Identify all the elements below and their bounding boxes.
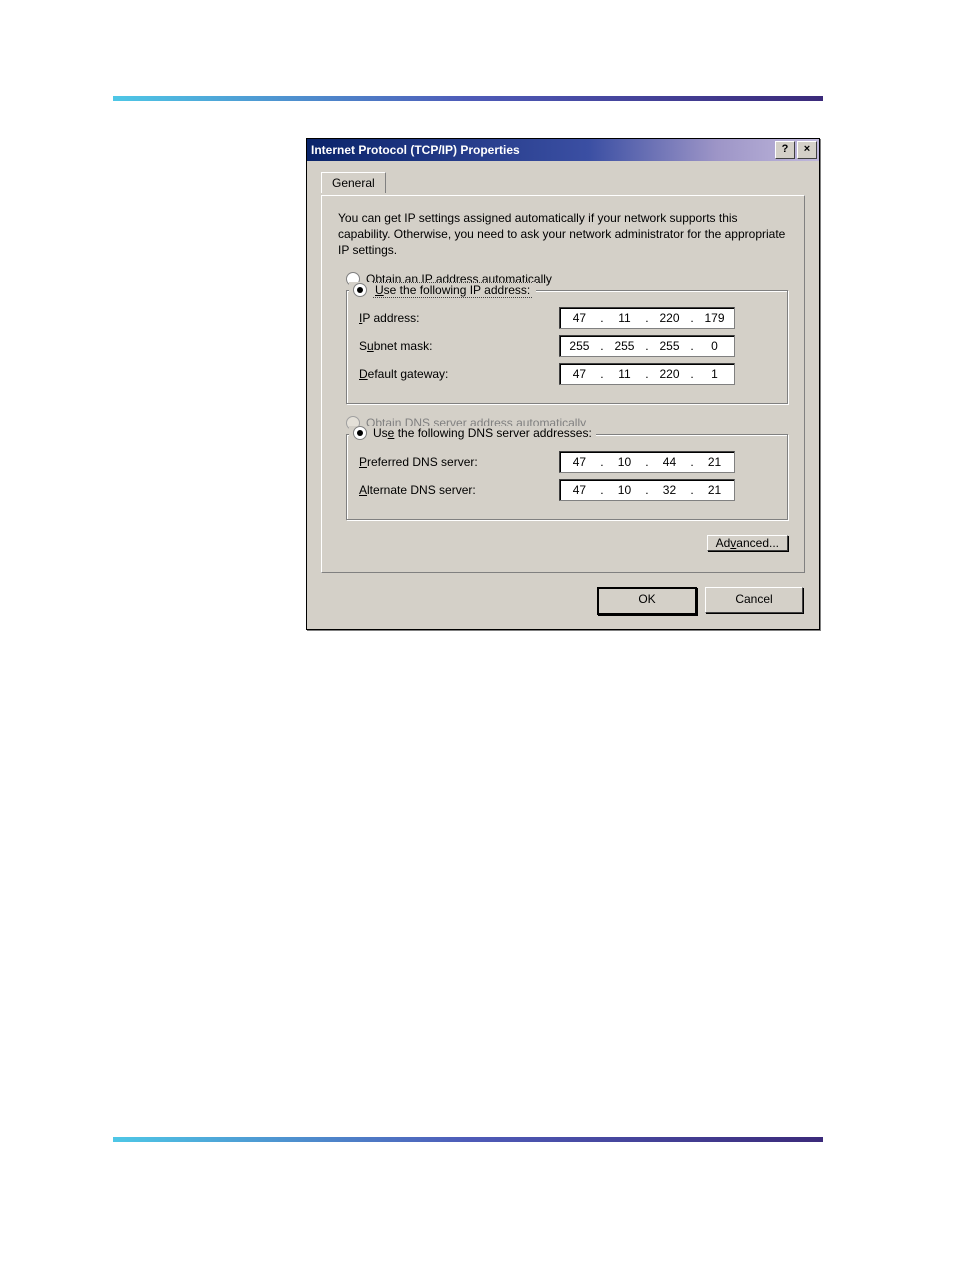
input-ip-address[interactable]: 47. 11. 220. 179 xyxy=(559,307,735,329)
label-default-gateway: Default gateway: xyxy=(359,367,559,381)
tcpip-properties-dialog: Internet Protocol (TCP/IP) Properties ? … xyxy=(306,138,820,630)
page-header-rule xyxy=(113,96,823,101)
tab-general[interactable]: General xyxy=(321,172,386,193)
advanced-button[interactable]: Advanced... xyxy=(707,535,788,551)
input-preferred-dns[interactable]: 47. 10. 44. 21 xyxy=(559,451,735,473)
fieldset-use-following-ip: Use the following IP address: IP address… xyxy=(346,290,788,404)
input-subnet-mask[interactable]: 255. 255. 255. 0 xyxy=(559,335,735,357)
titlebar-text: Internet Protocol (TCP/IP) Properties xyxy=(311,139,773,161)
tab-pane-general: You can get IP settings assigned automat… xyxy=(321,195,805,573)
page-footer-rule xyxy=(113,1137,823,1142)
label-alternate-dns: Alternate DNS server: xyxy=(359,483,559,497)
ok-button[interactable]: OK xyxy=(597,587,697,615)
input-default-gateway[interactable]: 47. 11. 220. 1 xyxy=(559,363,735,385)
label-preferred-dns: Preferred DNS server: xyxy=(359,455,559,469)
titlebar: Internet Protocol (TCP/IP) Properties ? … xyxy=(307,139,819,161)
help-button[interactable]: ? xyxy=(775,141,795,159)
radio-use-following-dns[interactable] xyxy=(353,426,367,440)
fieldset-use-following-dns: Use the following DNS server addresses: … xyxy=(346,434,788,520)
tab-strip: General xyxy=(321,171,805,195)
close-button[interactable]: × xyxy=(797,141,817,159)
label-subnet-mask: Subnet mask: xyxy=(359,339,559,353)
cancel-button[interactable]: Cancel xyxy=(705,587,803,613)
intro-text: You can get IP settings assigned automat… xyxy=(338,210,788,258)
input-alternate-dns[interactable]: 47. 10. 32. 21 xyxy=(559,479,735,501)
radio-use-following-ip[interactable] xyxy=(353,283,367,297)
label-ip-address: IP address: xyxy=(359,311,559,325)
